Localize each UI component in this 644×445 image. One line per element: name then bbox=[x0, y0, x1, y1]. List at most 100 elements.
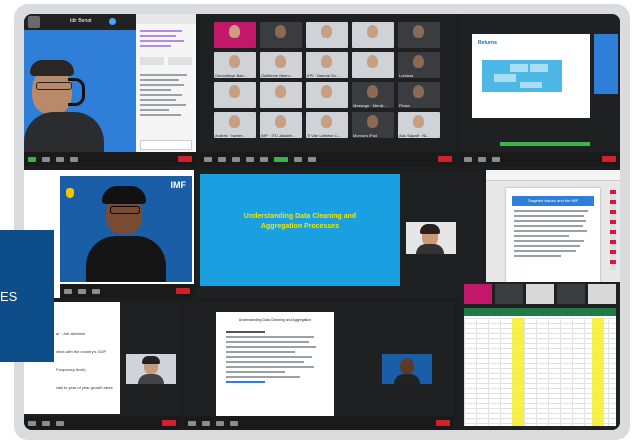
gallery-tile[interactable] bbox=[306, 82, 348, 108]
gallery-tile[interactable] bbox=[214, 22, 256, 48]
participant-name: KPI · Namrai Su... bbox=[307, 73, 340, 78]
gallery-tile[interactable]: Ti Vân Liebeke C... bbox=[306, 112, 348, 138]
participant-video bbox=[126, 354, 176, 384]
highlight-col bbox=[512, 318, 524, 426]
end-meeting-button[interactable] bbox=[436, 420, 450, 426]
headset-icon bbox=[68, 78, 85, 106]
gallery-tile[interactable] bbox=[306, 22, 348, 48]
gallery-grid: Oumotifoye Ban... Gaëlleme Nkem... KPI · N… bbox=[214, 22, 440, 140]
notes-line: Frequency level) bbox=[56, 367, 86, 372]
end-meeting-button[interactable] bbox=[178, 156, 192, 162]
video-icon[interactable] bbox=[478, 156, 486, 162]
meeting-toolbar bbox=[60, 284, 194, 298]
gallery-tile[interactable]: Messege · Menik... bbox=[352, 82, 394, 108]
mute-icon[interactable] bbox=[28, 156, 36, 162]
end-meeting-button[interactable] bbox=[602, 156, 616, 162]
speaker-hair bbox=[30, 60, 74, 76]
end-meeting-button[interactable] bbox=[176, 288, 190, 294]
participant-shirt bbox=[138, 374, 164, 384]
chat-button-a[interactable] bbox=[140, 57, 164, 65]
speaker-window: Idir Benat bbox=[24, 14, 196, 166]
video-icon[interactable] bbox=[218, 156, 226, 162]
chat-icon[interactable] bbox=[230, 420, 238, 426]
record-icon[interactable] bbox=[294, 156, 302, 162]
gallery-tile[interactable]: Pinton bbox=[398, 82, 440, 108]
gallery-tile[interactable]: Adu Sapaff · Ni... bbox=[398, 112, 440, 138]
slide-progress bbox=[500, 142, 590, 146]
document-window: Targeted Issues and the IMF bbox=[486, 170, 620, 298]
participant-face bbox=[229, 25, 240, 38]
video-icon[interactable] bbox=[42, 420, 50, 426]
chat-panel[interactable] bbox=[136, 14, 196, 154]
end-meeting-button[interactable] bbox=[438, 156, 452, 162]
chat-input[interactable] bbox=[140, 140, 192, 150]
video-icon[interactable] bbox=[78, 288, 86, 294]
doc-page: Targeted Issues and the IMF bbox=[506, 188, 600, 292]
security-icon[interactable] bbox=[232, 156, 240, 162]
participant-face bbox=[275, 85, 286, 98]
end-meeting-button[interactable] bbox=[162, 420, 176, 426]
participant-face bbox=[229, 55, 240, 68]
presentation-slide: Understanding Data Cleaning and Aggregat… bbox=[200, 174, 400, 286]
participants-icon[interactable] bbox=[92, 288, 100, 294]
gallery-tile[interactable]: Oumotifoye Ban... bbox=[214, 52, 256, 78]
participant-face bbox=[275, 25, 286, 38]
participant-face bbox=[413, 55, 424, 68]
slide-title-block: Understanding Data Cleaning and Aggregat… bbox=[200, 212, 400, 232]
gallery-tile[interactable]: Andres · Iseber... bbox=[214, 112, 256, 138]
share-icon[interactable] bbox=[492, 156, 500, 162]
share-icon[interactable] bbox=[70, 156, 78, 162]
meeting-toolbar bbox=[460, 152, 620, 166]
screenshot-frame: Idir Benat Oumotifoye Ban... Gaëlleme Nk… bbox=[14, 4, 630, 440]
mute-icon[interactable] bbox=[204, 156, 212, 162]
excel-ribbon bbox=[464, 308, 616, 316]
gallery-tile[interactable]: Monna's iPad bbox=[352, 112, 394, 138]
word-text bbox=[216, 322, 334, 392]
participant-face bbox=[321, 55, 332, 68]
gallery-tile[interactable] bbox=[260, 82, 302, 108]
side-video bbox=[594, 34, 618, 94]
mute-icon[interactable] bbox=[464, 156, 472, 162]
glasses-icon bbox=[36, 82, 72, 90]
mute-icon[interactable] bbox=[28, 420, 36, 426]
participant-face bbox=[275, 115, 286, 128]
participant-name: Messege · Menik... bbox=[353, 103, 387, 108]
hand-icon bbox=[66, 188, 74, 198]
gallery-window: Oumotifoye Ban... Gaëlleme Nkem... KPI · N… bbox=[200, 14, 456, 166]
gallery-tile[interactable]: KPI · Namrai Su... bbox=[306, 52, 348, 78]
mute-icon[interactable] bbox=[188, 420, 196, 426]
gallery-tile[interactable] bbox=[352, 22, 394, 48]
gallery-tile[interactable]: IMF · ITD Jakabh... bbox=[260, 112, 302, 138]
video-icon[interactable] bbox=[42, 156, 50, 162]
gallery-tile[interactable]: Gaëlleme Nkem... bbox=[260, 52, 302, 78]
chat-icon[interactable] bbox=[260, 156, 268, 162]
meeting-toolbar bbox=[24, 152, 196, 166]
video-icon[interactable] bbox=[202, 420, 210, 426]
imf-video: IMF bbox=[60, 176, 192, 282]
doc-side-tools bbox=[610, 190, 616, 270]
gallery-tile[interactable] bbox=[214, 82, 256, 108]
chat-button-b[interactable] bbox=[168, 57, 192, 65]
speaker-avatar bbox=[28, 16, 40, 28]
word-heading: Understanding Data Cleaning and Aggregat… bbox=[238, 318, 312, 322]
share-icon[interactable] bbox=[274, 156, 288, 162]
participant-name: Pinton bbox=[399, 103, 411, 108]
doc-title: Targeted Issues and the IMF bbox=[527, 198, 579, 203]
word-window: Understanding Data Cleaning and Aggregat… bbox=[184, 302, 454, 430]
gallery-tile[interactable]: Luhiana bbox=[398, 52, 440, 78]
participants-icon[interactable] bbox=[56, 156, 64, 162]
share-icon[interactable] bbox=[216, 420, 224, 426]
gallery-tile[interactable] bbox=[260, 22, 302, 48]
chat-icon[interactable] bbox=[56, 420, 64, 426]
chat-buttons bbox=[140, 57, 192, 65]
mute-icon[interactable] bbox=[64, 288, 72, 294]
speaker-thumb bbox=[382, 354, 432, 384]
presentation-window: Understanding Data Cleaning and Aggregat… bbox=[196, 170, 482, 298]
participants-icon[interactable] bbox=[246, 156, 254, 162]
presenter-hair bbox=[420, 224, 440, 234]
reactions-icon[interactable] bbox=[308, 156, 316, 162]
slide-table bbox=[482, 60, 562, 92]
gallery-tile[interactable] bbox=[398, 22, 440, 48]
gallery-tile[interactable] bbox=[352, 52, 394, 78]
participant-face bbox=[367, 55, 378, 68]
